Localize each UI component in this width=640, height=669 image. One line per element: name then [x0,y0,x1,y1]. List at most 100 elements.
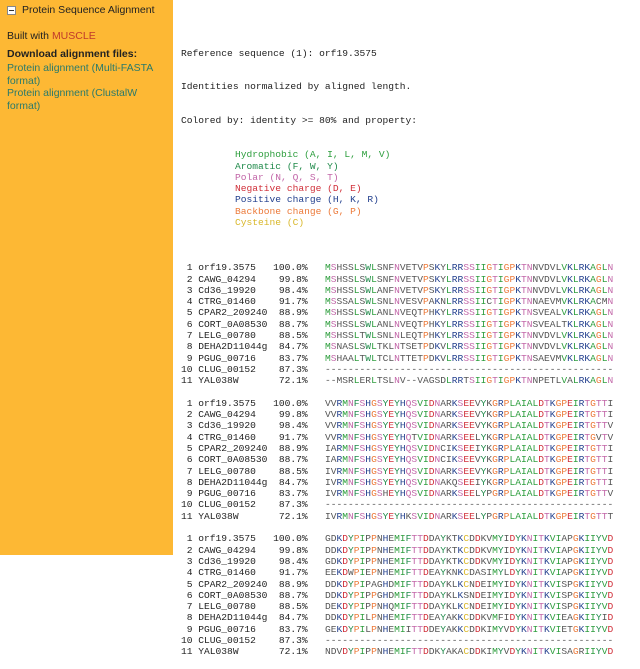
sequence-row: 3 Cd36_19920 98.4% GDKDYPIPPNHEMIFTTDDAY… [181,556,613,567]
residue: N [607,341,614,353]
sequence-label: 1 orf19.3575 100.0% [181,533,325,545]
sequence-label: 2 CAWG_04294 99.8% [181,409,325,421]
sequence-residues: IVRMNFSHGSYEYHKSVIDNARKSEELYPGRPLAIALDTK… [325,511,613,522]
sequence-label: 11 YAL038W 72.1% [181,375,325,387]
sequence-residues: IARMNFSHGSYEYHQSVIDNCIKSEEVYKGRPLAIALDTK… [325,454,613,465]
residue: I [607,476,614,488]
residue: N [607,307,614,319]
residue: D [607,646,614,658]
sequence-label: 6 CORT_0A08530 88.7% [181,454,325,466]
panel-title: Protein Sequence Alignment [22,4,155,16]
legend-item: Cysteine (C) [235,217,305,229]
sequence-row: 8 DEHA2D11044g 84.7% MSNASLSWLTKLNTSETPD… [181,341,613,352]
sequence-row: 2 CAWG_04294 99.8% MSHSSLSWLSNFNVETVPSKY… [181,274,613,285]
residue: V [607,431,614,443]
residue: N [607,273,614,285]
sequence-residues: VVRMNFSHGSYEYHQTVIDNARKSEELYKGRPLAIALDTK… [325,432,613,443]
sequence-label: 10 CLUG_00152 87.3% [181,499,325,511]
sequence-row: 9 PGUG_00716 83.7% IVRMNFSHGSHEYHQSVIDNA… [181,488,613,499]
sequence-residues: MSHAALTWLTCLNTTETPDKVLRRSSIIGTIGPKTNSAEV… [325,353,613,364]
sequence-row: 1 orf19.3575 100.0% GDKDYPIPPNHEMIFTTDDA… [181,533,613,544]
alignment-view: Reference sequence (1): orf19.3575 Ident… [181,25,613,669]
sequence-label: 4 CTRG_01460 91.7% [181,567,325,579]
colored-by-line: Colored by: identity >= 80% and property… [181,115,418,127]
sequence-residues: MSHSSLSWLANLNVEQTPHKYLRRSSIIGTIGPKTNSVEA… [325,319,613,330]
sequence-label: 5 CPAR2_209240 88.9% [181,442,325,454]
sequence-residues: IARMNFSHGSYEYHQSVIDNCIKSEEIYKGRPLAIALDTK… [325,443,613,454]
sequence-residues: MSHSSLTWLSNLNLEQTPHKYLRRSSIIGTIGPKTNNVDV… [325,330,613,341]
sequence-row: 3 Cd36_19920 98.4% MSHSSLSWLANFNVETVPSKY… [181,285,613,296]
sequence-row: 6 CORT_0A08530 88.7% IARMNFSHGSYEYHQSVID… [181,454,613,465]
sequence-residues: GDKDYPIPPNHEMIFTTDDAYKTKCDDKVMYIDYKNITKV… [325,556,613,567]
residue: N [607,375,614,387]
color-legend: Hydrophobic (A, I, L, M, V) Aromatic (F, … [181,149,613,228]
sequence-residues: ----------------------------------------… [325,499,613,510]
sequence-row: 9 PGUG_00716 83.7% MSHAALTWLTCLNTTETPDKV… [181,353,613,364]
collapse-icon[interactable] [7,5,16,15]
multi-fasta-link[interactable]: Protein alignment (Multi-FASTA format) [7,62,167,88]
sequence-label: 9 PGUG_00716 83.7% [181,352,325,364]
sequence-label: 7 LELG_00780 88.5% [181,330,325,342]
sequence-residues: GDKDYPIPPNHEMIFTTDDAYKTKCDDKVMYIDYKNITKV… [325,533,613,544]
residue: I [607,465,614,477]
residue: - [607,363,614,375]
sequence-label: 3 Cd36_19920 98.4% [181,420,325,432]
sequence-row: 11 YAL038W 72.1% --MSRLERLTSLNV--VAGSDLR… [181,375,613,386]
sequence-row: 3 Cd36_19920 98.4% VVRMNFSHGSYEYHQSVIDNA… [181,420,613,431]
sequence-label: 4 CTRG_01460 91.7% [181,431,325,443]
sequence-row: 1 orf19.3575 100.0% MSHSSLSWLSNFNVETVPSK… [181,262,613,273]
sequence-row: 10 CLUG_00152 87.3% --------------------… [181,364,613,375]
sequence-residues: IVRMNFSHGSYEYHQSVIDNAKQSEEIYKGRPLAIALDTK… [325,477,613,488]
residue: I [607,454,614,466]
reference-line: Reference sequence (1): orf19.3575 [181,47,377,59]
sequence-label: 8 DEHA2D11044g 84.7% [181,476,325,488]
sequence-label: 5 CPAR2_209240 88.9% [181,578,325,590]
residue: N [607,296,614,308]
sequence-label: 6 CORT_0A08530 88.7% [181,318,325,330]
sequence-row: 7 LELG_00780 88.5% DEKDYPIPPNHQMIFTTDDAY… [181,601,613,612]
alignment-block: 1 orf19.3575 100.0% VVRMNFSHGSYEYHQSVIDN… [181,398,613,522]
residue: D [607,612,614,624]
sequence-residues: IVRMNFSHGSHEYHQSVIDNARKSEELYPGRPLAIALDTK… [325,488,613,499]
sequence-label: 6 CORT_0A08530 88.7% [181,589,325,601]
residue: D [607,567,614,579]
sequence-label: 1 orf19.3575 100.0% [181,397,325,409]
sequence-label: 10 CLUG_00152 87.3% [181,635,325,647]
sequence-residues: EEKDWPIEPNHEMIFTTDEAYKNKCDASIMYLDYKNITKV… [325,567,613,578]
sequence-row: 6 CORT_0A08530 88.7% DDKDYPIPPGHDMIFTTDD… [181,590,613,601]
sequence-row: 11 YAL038W 72.1% IVRMNFSHGSYEYHKSVIDNARK… [181,511,613,522]
residue: D [607,601,614,613]
legend-item: Backbone change (G, P) [235,205,362,217]
sequence-residues: VVRMNFSHGSYEYHQSVIDNARKSEEVYKGRPLAIALDTK… [325,398,613,409]
sequence-row: 9 PGUG_00716 83.7% GEKDYPILPNHEMIITTDDEY… [181,624,613,635]
residue: I [607,397,614,409]
residue: D [607,623,614,635]
residue: N [607,352,614,364]
sequence-residues: MSHSSLSWLSNFNVETVPSKYLRRSSIIGTIGPKTNNVDV… [325,262,613,273]
residue: N [607,284,614,296]
sequence-residues: MSSSALSWLSNLNVESVPAKNLRRSSIICTIGPKTNNAEV… [325,296,613,307]
residue: D [607,555,614,567]
sequence-row: 5 CPAR2_209240 88.9% DDKDYPIPAGHDMIFTTDD… [181,579,613,590]
sequence-label: 11 YAL038W 72.1% [181,510,325,522]
panel-header[interactable]: Protein Sequence Alignment [7,4,155,16]
legend-item: Aromatic (F, W, Y) [235,160,339,172]
sequence-row: 8 DEHA2D11044g 84.7% DDKDYPILPNHEMIFTTDE… [181,612,613,623]
sequence-row: 11 YAL038W 72.1% NDVDYPIPPNHEMIFTTDDKYAK… [181,646,613,657]
residue: N [607,330,614,342]
residue: I [607,442,614,454]
legend-item: Polar (N, Q, S, T) [235,171,339,183]
residue: I [607,409,614,421]
sequence-row: 10 CLUG_00152 87.3% --------------------… [181,635,613,646]
residue: D [607,533,614,545]
sequence-row: 7 LELG_00780 88.5% IVRMNFSHGSYEYHQSVIDNA… [181,466,613,477]
normalized-line: Identities normalized by aligned length. [181,81,412,93]
clustalw-link[interactable]: Protein alignment (ClustalW format) [7,87,167,113]
sequence-label: 9 PGUG_00716 83.7% [181,623,325,635]
sequence-label: 9 PGUG_00716 83.7% [181,488,325,500]
alignment-block: 1 orf19.3575 100.0% MSHSSLSWLSNFNVETVPSK… [181,262,613,386]
sequence-row: 8 DEHA2D11044g 84.7% IVRMNFSHGSYEYHQSVID… [181,477,613,488]
built-with-text: Built with MUSCLE [7,30,96,42]
sequence-label: 2 CAWG_04294 99.8% [181,544,325,556]
sequence-row: 2 CAWG_04294 99.8% VVRMNFSHGSYEYHQSVIDNA… [181,409,613,420]
